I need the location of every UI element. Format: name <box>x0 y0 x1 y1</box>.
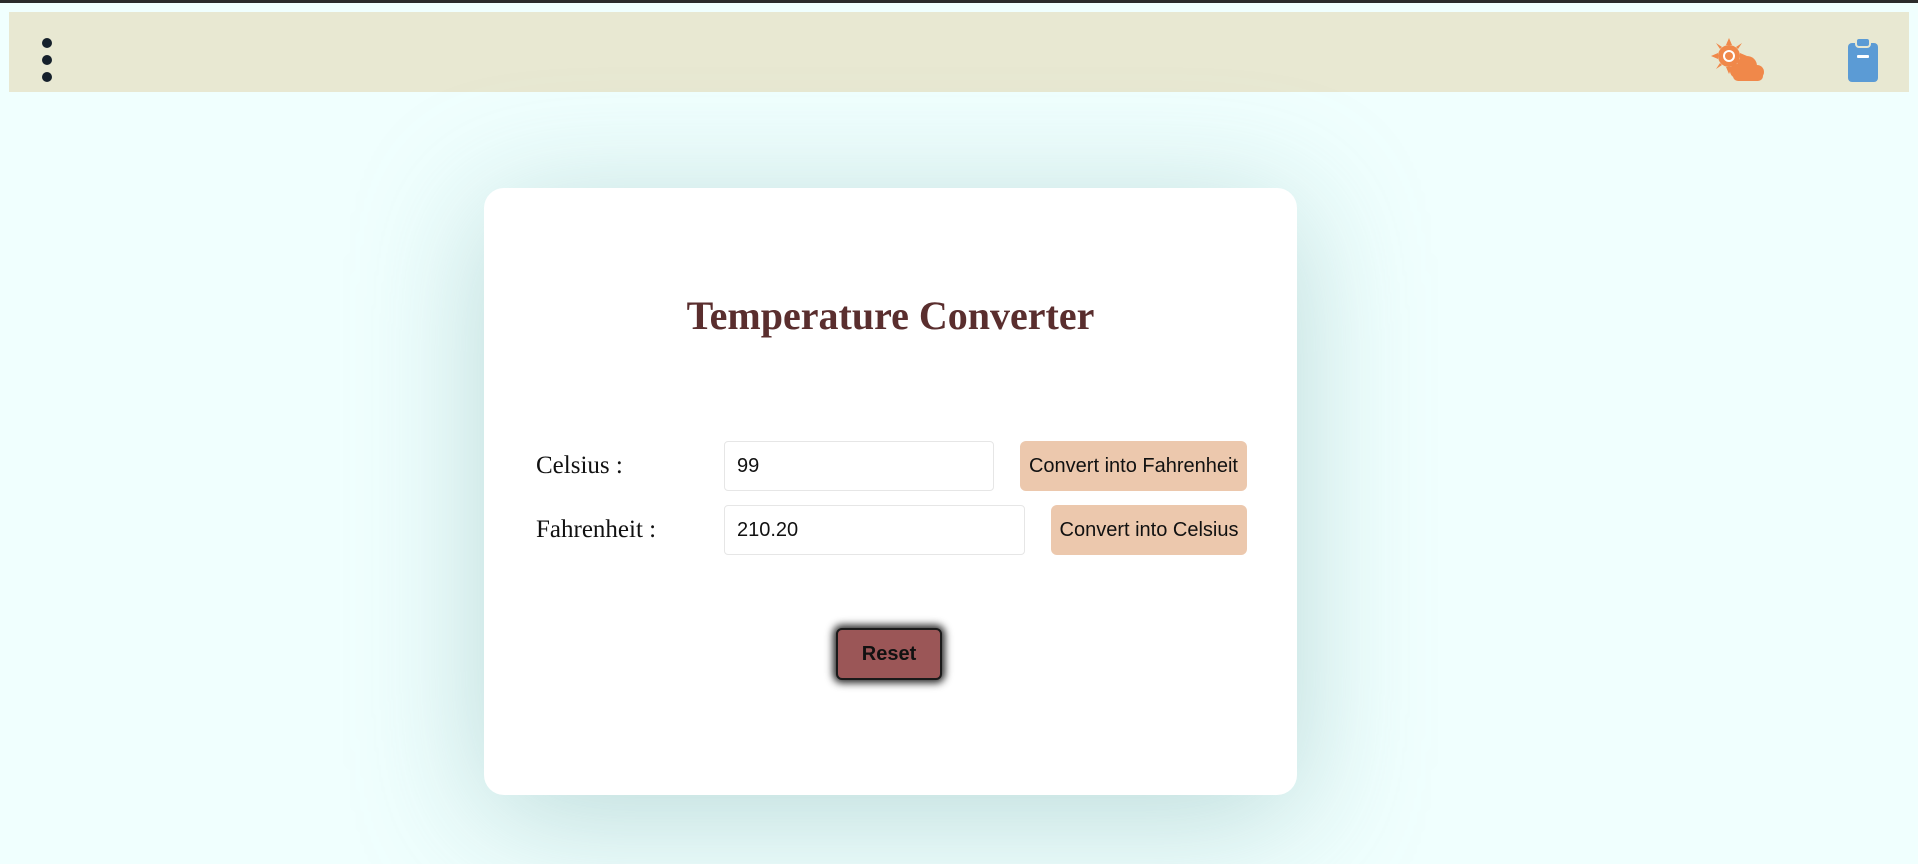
menu-button[interactable] <box>39 38 61 88</box>
convert-to-celsius-button[interactable]: Convert into Celsius <box>1051 505 1247 555</box>
celsius-label: Celsius : <box>536 452 623 479</box>
sun-behind-cloud-icon <box>1711 38 1764 81</box>
menu-dot-icon <box>42 38 52 48</box>
menu-dot-icon <box>42 55 52 65</box>
menu-dot-icon <box>42 72 52 82</box>
convert-to-fahrenheit-button[interactable]: Convert into Fahrenheit <box>1020 441 1247 491</box>
celsius-input[interactable] <box>724 441 994 491</box>
fahrenheit-label: Fahrenheit : <box>536 516 657 543</box>
reset-button[interactable]: Reset <box>836 628 942 680</box>
clipboard-button[interactable] <box>1845 36 1881 84</box>
page-title: Temperature Converter <box>686 293 1095 338</box>
top-navbar <box>9 12 1909 92</box>
weather-button[interactable] <box>1709 36 1767 84</box>
window-top-border <box>0 0 1918 3</box>
clipboard-minus-icon <box>1848 37 1878 82</box>
fahrenheit-input[interactable] <box>724 505 1025 555</box>
converter-card: Temperature Converter Celsius : Convert … <box>484 188 1297 795</box>
